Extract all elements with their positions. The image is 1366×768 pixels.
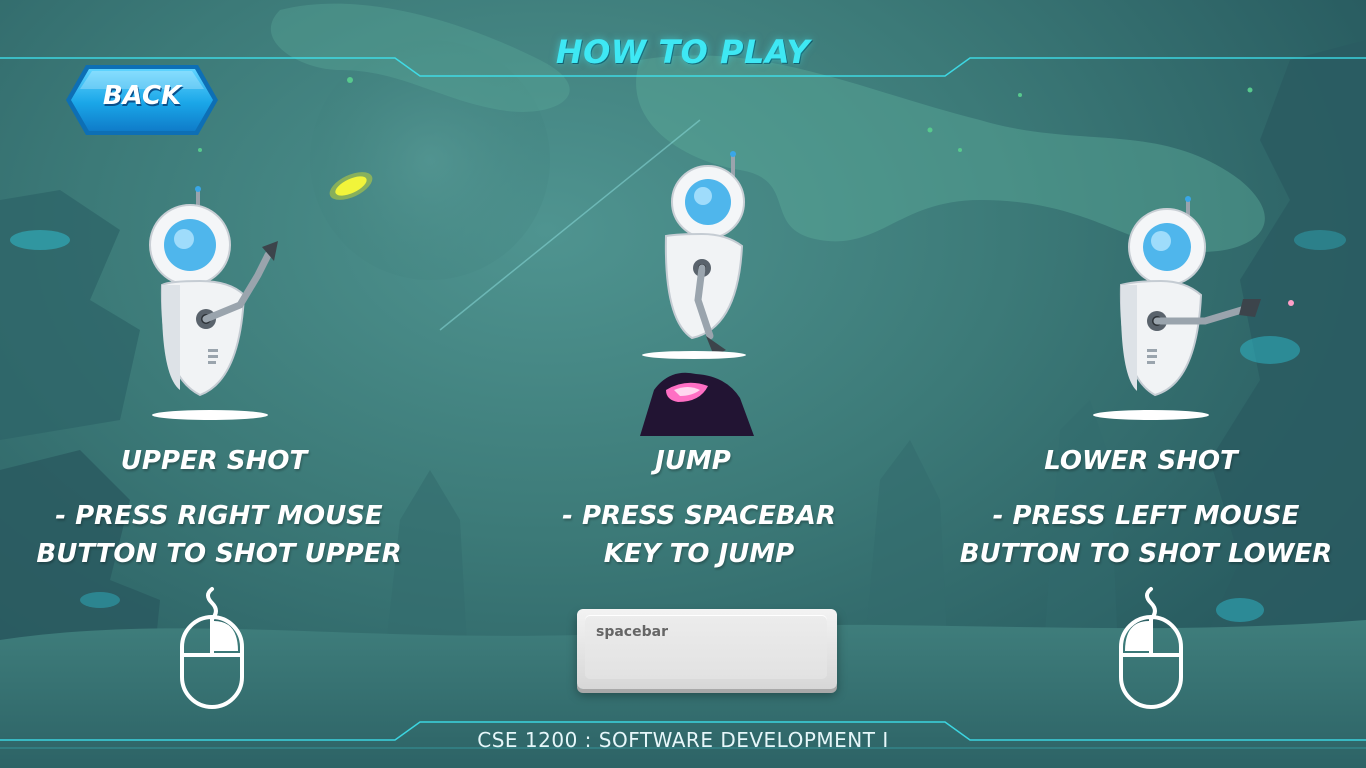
robot-lower-shot-icon	[1093, 196, 1294, 420]
jump-instructions: - PRESS SPACEBAR KEY TO JUMP	[469, 497, 929, 573]
robot-jump-icon	[640, 151, 754, 436]
mouse-left-click-icon	[1119, 587, 1183, 709]
instruction-line: BUTTON TO SHOT LOWER	[959, 539, 1333, 569]
energy-orb-icon	[329, 172, 373, 200]
spacebar-key-label: spacebar	[596, 624, 668, 640]
instruction-line: - PRESS LEFT MOUSE	[992, 501, 1300, 531]
mouse-right-click-icon	[180, 587, 244, 709]
instruction-line: - PRESS RIGHT MOUSE	[55, 501, 383, 531]
back-button-label: BACK	[102, 81, 182, 111]
spacebar-key: spacebar	[577, 609, 837, 689]
upper-shot-instructions: - PRESS RIGHT MOUSE BUTTON TO SHOT UPPER	[0, 497, 449, 573]
jump-heading: JUMP	[655, 446, 731, 476]
lower-shot-heading: LOWER SHOT	[1044, 446, 1238, 476]
upper-shot-heading: UPPER SHOT	[120, 446, 308, 476]
spacebar-key-face: spacebar	[585, 615, 827, 679]
instruction-line: - PRESS SPACEBAR	[562, 501, 836, 531]
course-footer: CSE 1200 : SOFTWARE DEVELOPMENT I	[477, 728, 889, 752]
lower-shot-instructions: - PRESS LEFT MOUSE BUTTON TO SHOT LOWER	[916, 497, 1366, 573]
back-button[interactable]: BACK	[64, 63, 220, 137]
instruction-line: BUTTON TO SHOT UPPER	[36, 539, 402, 569]
robot-upper-shot-icon	[149, 186, 278, 420]
instruction-line: KEY TO JUMP	[603, 539, 795, 569]
